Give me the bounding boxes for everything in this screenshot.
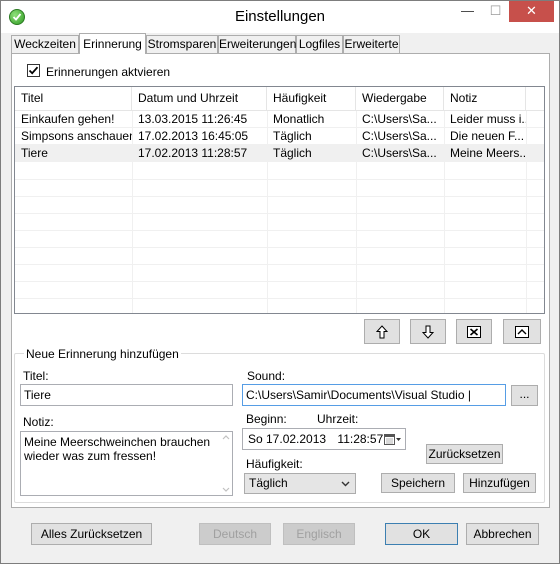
cell-datetime: 17.02.2013 11:28:57 — [138, 146, 248, 160]
cell-title: Tiere — [21, 146, 48, 160]
cell-note: Leider muss i... — [450, 112, 526, 126]
maximize-button[interactable]: ☐ — [482, 1, 509, 22]
browse-sound-button[interactable]: ... — [511, 385, 538, 406]
move-up-button[interactable] — [364, 319, 400, 344]
tab-weckzeiten[interactable]: Weckzeiten — [11, 35, 79, 53]
add-button[interactable]: Hinzufügen — [463, 473, 536, 493]
enable-reminders-label[interactable]: Erinnerungen aktvieren — [46, 65, 170, 79]
sound-path-input[interactable]: C:\Users\Samir\Documents\Visual Studio | — [242, 384, 506, 406]
cell-frequency: Täglich — [273, 146, 312, 160]
enable-reminders-checkbox[interactable] — [27, 64, 40, 77]
minimize-button[interactable]: — — [454, 1, 481, 22]
delete-box-icon — [467, 325, 481, 338]
arrow-up-icon — [376, 324, 388, 338]
save-button[interactable]: Speichern — [381, 473, 455, 493]
grid-line — [15, 230, 544, 231]
begin-label: Beginn: — [246, 412, 287, 426]
column-header-datetime[interactable]: Datum und Uhrzeit — [132, 87, 267, 111]
open-box-icon — [515, 325, 529, 338]
title-bar: Einstellungen — ☐ ✕ — [1, 1, 559, 33]
cell-title: Einkaufen gehen! — [21, 112, 115, 126]
date-value: So 17.02.2013 — [248, 432, 327, 446]
column-header-playback[interactable]: Wiedergabe — [356, 87, 444, 111]
frequency-value: Täglich — [249, 476, 288, 490]
time-value: 11:28:57 — [337, 432, 384, 446]
column-header-note[interactable]: Notiz — [444, 87, 526, 111]
close-button[interactable]: ✕ — [509, 1, 554, 22]
tab-stromsparen[interactable]: Stromsparen — [146, 35, 218, 53]
cell-playback: C:\Users\Sa... — [362, 146, 437, 160]
title-input[interactable]: Tiere — [20, 384, 233, 406]
grid-line — [15, 247, 544, 248]
list-header: Titel Datum und Uhrzeit Häufigkeit Wiede… — [15, 87, 544, 111]
move-down-button[interactable] — [410, 319, 446, 344]
delete-button[interactable] — [456, 319, 492, 344]
cell-frequency: Monatlich — [273, 112, 325, 126]
checkmark-icon — [28, 66, 39, 75]
list-row-selected[interactable]: Tiere 17.02.2013 11:28:57 Täglich C:\Use… — [15, 145, 544, 162]
title-label: Titel: — [23, 369, 49, 383]
cell-datetime: 13.03.2015 11:26:45 — [138, 112, 248, 126]
german-button[interactable]: Deutsch — [199, 523, 271, 545]
cell-playback: C:\Users\Sa... — [362, 112, 437, 126]
reminder-list[interactable]: Titel Datum und Uhrzeit Häufigkeit Wiede… — [14, 86, 545, 314]
list-row[interactable]: Einkaufen gehen! 13.03.2015 11:26:45 Mon… — [15, 111, 544, 128]
chevron-down-icon — [341, 481, 350, 487]
note-scrollbar[interactable] — [220, 432, 232, 495]
cell-datetime: 17.02.2013 16:45:05 — [138, 129, 249, 143]
arrow-down-icon — [422, 325, 434, 339]
reset-all-button[interactable]: Alles Zurücksetzen — [31, 523, 152, 545]
cell-title: Simpsons anschauen! — [21, 129, 132, 143]
sound-label: Sound: — [247, 369, 286, 383]
time-label: Uhrzeit: — [317, 412, 359, 426]
cancel-button[interactable]: Abbrechen — [466, 523, 539, 545]
grid-line — [15, 298, 544, 299]
column-header-title[interactable]: Titel — [15, 87, 132, 111]
frequency-label: Häufigkeit: — [246, 457, 303, 471]
frequency-select[interactable]: Täglich — [244, 473, 356, 494]
grid-line — [15, 264, 544, 265]
new-reminder-group-title: Neue Erinnerung hinzufügen — [24, 347, 181, 361]
tab-erweiterungen[interactable]: Erweiterungen — [218, 35, 296, 53]
grid-line — [15, 179, 544, 180]
grid-line — [15, 281, 544, 282]
ok-button[interactable]: OK — [385, 523, 458, 545]
cell-note: Die neuen F... — [450, 129, 525, 143]
grid-line — [15, 196, 544, 197]
tab-erweiterte[interactable]: Erweiterte — [343, 35, 400, 53]
datetime-picker[interactable]: So 17.02.2013 11:28:57 — [242, 428, 406, 450]
calendar-dropdown-icon[interactable] — [384, 433, 401, 446]
note-label: Notiz: — [23, 415, 54, 429]
column-header-frequency[interactable]: Häufigkeit — [267, 87, 356, 111]
grid-line — [15, 213, 544, 214]
reset-button[interactable]: Zurücksetzen — [426, 444, 503, 464]
note-textarea[interactable]: Meine Meerschweinchen brauchen wieder wa… — [20, 431, 233, 496]
cell-note: Meine Meers... — [450, 146, 526, 160]
cell-frequency: Täglich — [273, 129, 312, 143]
tab-erinnerung[interactable]: Erinnerung — [79, 33, 146, 54]
list-row[interactable]: Simpsons anschauen! 17.02.2013 16:45:05 … — [15, 128, 544, 145]
cell-playback: C:\Users\Sa... — [362, 129, 437, 143]
edit-button[interactable] — [503, 319, 541, 344]
tab-logfiles[interactable]: Logfiles — [296, 35, 343, 53]
settings-window: Einstellungen — ☐ ✕ Weckzeiten Erinnerun… — [0, 0, 560, 564]
english-button[interactable]: Englisch — [283, 523, 355, 545]
